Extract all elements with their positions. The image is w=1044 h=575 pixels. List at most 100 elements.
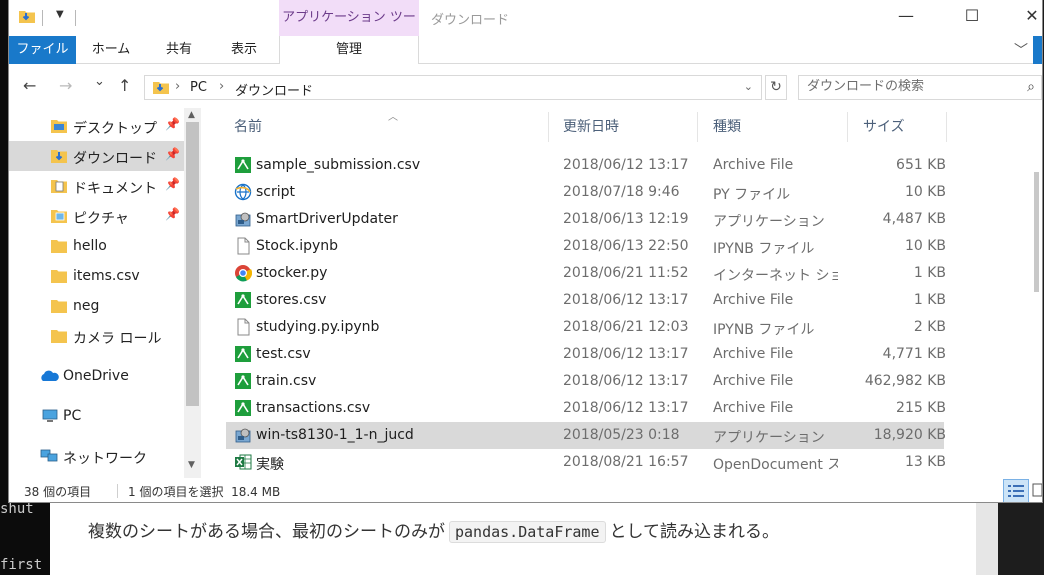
contextual-tab-group-title: アプリケーション ツール (279, 0, 419, 61)
file-size: 4,771 KB (882, 346, 946, 362)
breadcrumb-separator[interactable]: › (219, 79, 224, 94)
download-folder-icon[interactable] (19, 9, 35, 23)
nav-item-items-csv[interactable]: items.csv (9, 261, 184, 291)
file-name: stocker.py (256, 265, 328, 281)
file-type: PY ファイル (713, 187, 791, 203)
recent-locations-button[interactable]: ⌄ (94, 74, 105, 89)
address-history-dropdown[interactable]: ⌄ (744, 80, 753, 93)
file-size: 10 KB (904, 238, 946, 254)
tab-home[interactable]: ホーム (81, 36, 141, 64)
file-type: アプリケーション (713, 430, 825, 446)
nav-item-desktop[interactable]: デスクトップ 📌 (9, 111, 184, 141)
search-box[interactable]: ⌕ (798, 75, 1042, 100)
file-row[interactable]: Stock.ipynb 2018/06/13 22:50 IPYNB ファイル 10 … (226, 233, 946, 260)
onedrive-cloud-icon (41, 370, 59, 381)
nav-item-neg[interactable]: neg (9, 291, 184, 321)
quick-access-dropdown[interactable]: ▼ (56, 9, 64, 20)
address-bar[interactable]: › PC › ダウンロード ⌄ (144, 75, 762, 100)
help-button[interactable] (1033, 36, 1042, 64)
file-modified-date: 2018/06/12 13:17 (563, 292, 689, 308)
column-divider[interactable] (847, 112, 848, 142)
nav-item-downloads[interactable]: ダウンロード 📌 (9, 141, 184, 171)
column-divider[interactable] (946, 112, 947, 142)
file-row[interactable]: SmartDriverUpdater 2018/06/13 12:19 アプリケーシ… (226, 206, 946, 233)
file-type: インターネット ショート (713, 268, 838, 284)
large-icons-view-icon (1032, 483, 1042, 497)
file-row[interactable]: stocker.py 2018/06/21 11:52 インターネット ショート 1 … (226, 260, 946, 287)
search-input[interactable] (807, 79, 1007, 94)
scrollbar-thumb[interactable] (1034, 172, 1039, 292)
nav-item-pc[interactable]: PC (9, 401, 184, 431)
pictures-folder-icon (51, 210, 67, 223)
nav-item-pictures[interactable]: ピクチャ 📌 (9, 201, 184, 231)
file-list-scrollbar[interactable] (1030, 108, 1042, 478)
file-modified-date: 2018/06/12 13:17 (563, 373, 689, 389)
close-button[interactable]: ✕ (1009, 0, 1042, 32)
file-row[interactable]: test.csv 2018/06/12 13:17 Archive File 4,77… (226, 341, 946, 368)
ribbon-expand-icon[interactable]: ﹀ (1014, 40, 1028, 60)
ribbon-tabs: ファイル ホーム 共有 表示 管理 ﹀ (9, 36, 1042, 64)
nav-item-documents[interactable]: ドキュメント 📌 (9, 171, 184, 201)
file-row[interactable]: sample_submission.csv 2018/06/12 13:17 Arc… (226, 152, 946, 179)
navigation-bar: ← → ⌄ ↑ › PC › ダウンロード ⌄ ↻ ⌕ (9, 64, 1042, 108)
tab-view[interactable]: 表示 (214, 36, 274, 64)
navigation-pane-scrollbar[interactable]: ▲ ▼ (184, 108, 201, 478)
file-type: Archive File (713, 346, 794, 362)
file-size: 651 KB (896, 157, 946, 173)
scroll-up-arrow-icon[interactable]: ▲ (188, 110, 195, 120)
item-count: 38 個の項目 (24, 485, 92, 499)
details-view-button[interactable] (1003, 479, 1029, 502)
file-name: transactions.csv (256, 400, 371, 416)
scrollbar-thumb[interactable] (186, 122, 199, 406)
file-modified-date: 2018/06/12 13:17 (563, 400, 689, 416)
file-row[interactable]: script 2018/07/18 9:46 PY ファイル 10 KB (226, 179, 946, 206)
pin-icon[interactable]: 📌 (165, 207, 180, 221)
refresh-button[interactable]: ↻ (765, 75, 787, 100)
nav-item-label: ダウンロード (73, 151, 157, 167)
file-name: test.csv (256, 346, 311, 362)
nav-item-network[interactable]: ネットワーク (9, 441, 184, 471)
documents-folder-icon (51, 180, 67, 193)
file-modified-date: 2018/08/21 16:57 (563, 454, 689, 470)
maximize-button[interactable]: ☐ (949, 0, 995, 32)
back-button[interactable]: ← (23, 76, 36, 95)
forward-button[interactable]: → (59, 76, 72, 95)
large-icons-view-button[interactable] (1031, 479, 1042, 502)
tab-share[interactable]: 共有 (149, 36, 209, 64)
nav-item-label: PC (63, 408, 82, 424)
search-icon[interactable]: ⌕ (1027, 79, 1035, 95)
archive-csv-icon (235, 292, 251, 308)
nav-item-hello[interactable]: hello (9, 231, 184, 261)
pin-icon[interactable]: 📌 (165, 177, 180, 191)
chrome-shortcut-icon (235, 265, 252, 282)
file-row[interactable]: win-ts8130-1_1-n_jucd 2018/05/23 0:18 アプリケ… (226, 422, 946, 449)
file-modified-date: 2018/06/12 13:17 (563, 346, 689, 362)
tab-manage[interactable]: 管理 (279, 36, 419, 64)
file-row[interactable]: stores.csv 2018/06/12 13:17 Archive File 1 … (226, 287, 946, 314)
file-row[interactable]: 実験 2018/08/21 16:57 OpenDocument ス... 13 KB (226, 449, 946, 476)
minimize-button[interactable]: — (883, 0, 929, 32)
tab-file[interactable]: ファイル (9, 36, 76, 64)
nav-item-camera-roll[interactable]: カメラ ロール (9, 321, 184, 351)
file-row[interactable]: train.csv 2018/06/12 13:17 Archive File 462… (226, 368, 946, 395)
file-row[interactable]: transactions.csv 2018/06/12 13:17 Archive … (226, 395, 946, 422)
up-button[interactable]: ↑ (118, 76, 131, 95)
file-row[interactable]: studying.py.ipynb 2018/06/21 12:03 IPYNB フ… (226, 314, 946, 341)
nav-item-label: hello (73, 238, 107, 254)
breadcrumb-downloads[interactable]: ダウンロード (235, 80, 313, 99)
pin-icon[interactable]: 📌 (165, 117, 180, 131)
column-header-type[interactable]: 種類 (705, 108, 845, 142)
column-divider[interactable] (548, 112, 549, 142)
column-divider[interactable] (697, 112, 698, 142)
nav-item-label: items.csv (73, 268, 140, 284)
column-header-name[interactable]: 名前 (226, 108, 548, 142)
column-header-date[interactable]: 更新日時 (555, 108, 697, 142)
column-header-size[interactable]: サイズ (855, 108, 945, 142)
scroll-down-arrow-icon[interactable]: ▼ (188, 460, 195, 470)
breadcrumb-pc[interactable]: PC (190, 80, 207, 95)
nav-item-onedrive[interactable]: OneDrive (9, 361, 184, 391)
pin-icon[interactable]: 📌 (165, 147, 180, 161)
blank-file-icon (237, 237, 250, 255)
breadcrumb-separator[interactable]: › (175, 79, 180, 94)
file-list: ︿ 名前 更新日時 種類 サイズ sample_submission.csv 20… (204, 108, 1042, 478)
